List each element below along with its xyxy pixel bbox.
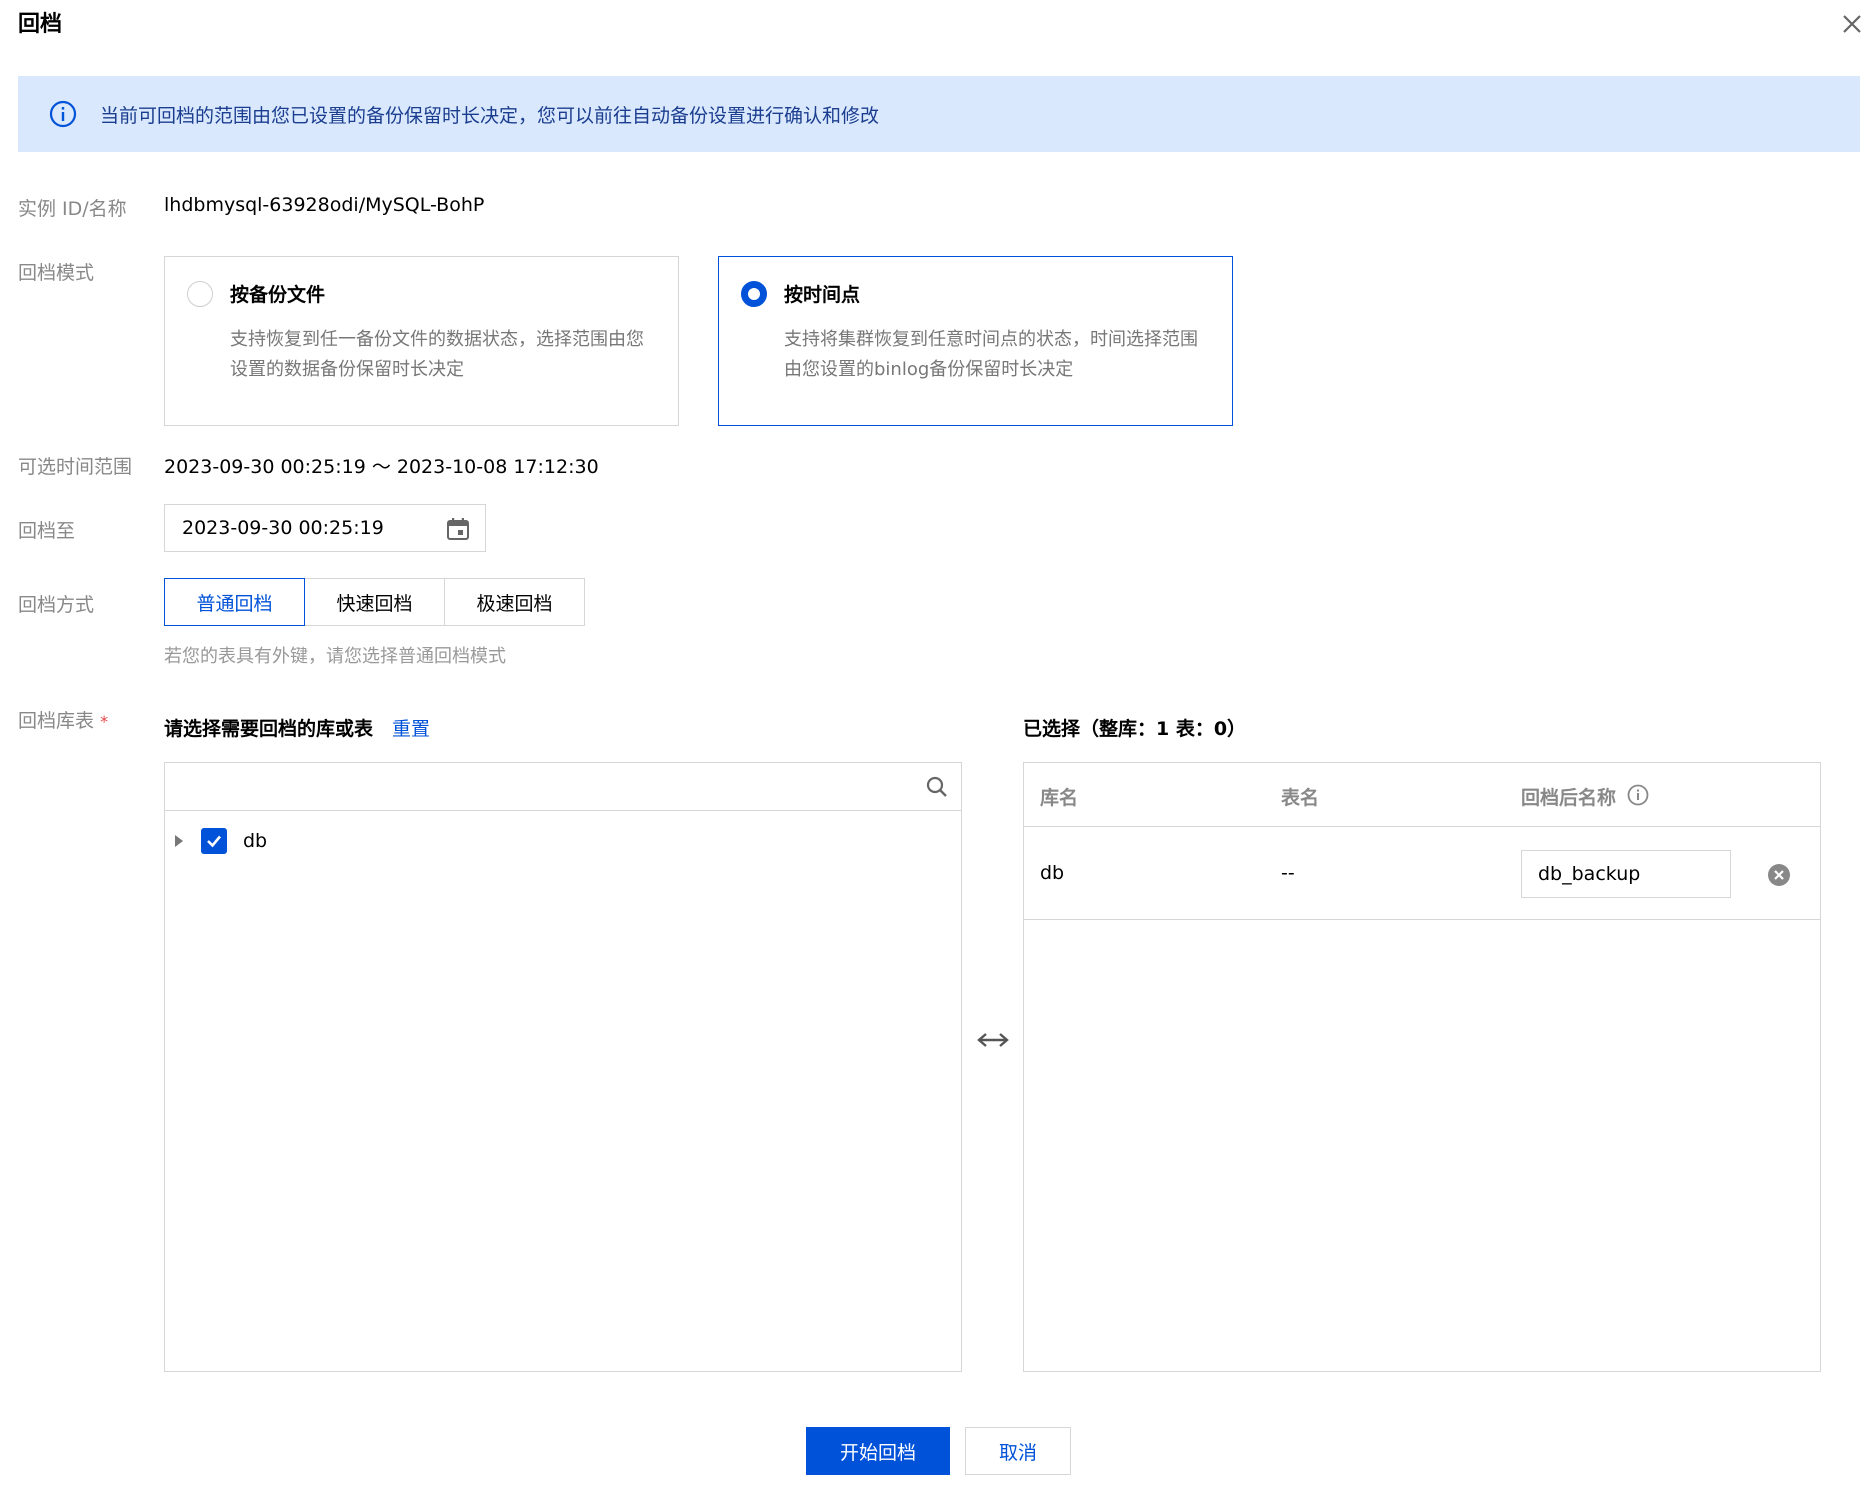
mode-label: 回档模式 — [18, 262, 95, 284]
required-mark: * — [100, 712, 109, 731]
close-icon[interactable] — [1836, 8, 1868, 40]
start-rollback-button[interactable]: 开始回档 — [806, 1427, 950, 1475]
selected-panel: 库名 表名 回档后名称 db -- — [1023, 762, 1821, 1372]
mode-card-backup-file[interactable]: 按备份文件 支持恢复到任一备份文件的数据状态，选择范围由您设置的数据备份保留时长… — [164, 256, 679, 426]
help-icon[interactable] — [1626, 783, 1650, 807]
tree-node[interactable]: db — [165, 821, 961, 861]
tree-node-label: db — [243, 830, 268, 852]
column-header-table: 表名 — [1281, 787, 1320, 809]
method-hint: 若您的表具有外键，请您选择普通回档模式 — [164, 646, 506, 667]
instance-value: lhdbmysql-63928odi/MySQL-BohP — [164, 194, 485, 216]
search-input[interactable] — [165, 763, 905, 810]
rename-input[interactable] — [1521, 850, 1731, 898]
mode-card-title: 按备份文件 — [230, 284, 326, 306]
mode-card-desc: 支持恢复到任一备份文件的数据状态，选择范围由您设置的数据备份保留时长决定 — [230, 329, 644, 380]
row-table-name: -- — [1281, 862, 1295, 884]
method-option-turbo[interactable]: 极速回档 — [444, 578, 585, 626]
info-banner: 当前可回档的范围由您已设置的备份保留时长决定，您可以前往自动备份设置进行确认和修… — [18, 76, 1860, 152]
info-text: 当前可回档的范围由您已设置的备份保留时长决定，您可以前往自动备份设置进行确认和修… — [100, 104, 880, 127]
method-option-normal[interactable]: 普通回档 — [164, 578, 305, 626]
time-range-value: 2023-09-30 00:25:19 ～ 2023-10-08 17:12:3… — [164, 456, 599, 478]
radio-time-point[interactable] — [741, 281, 767, 307]
rollback-to-label: 回档至 — [18, 520, 76, 542]
left-panel-heading: 请选择需要回档的库或表 — [164, 718, 374, 740]
search-bar — [165, 763, 961, 811]
right-panel-heading: 已选择（整库：1 表：0） — [1023, 718, 1247, 740]
mode-card-desc: 支持将集群恢复到任意时间点的状态，时间选择范围由您设置的binlog备份保留时长… — [784, 329, 1198, 380]
instance-label: 实例 ID/名称 — [18, 198, 127, 220]
expand-caret-icon[interactable] — [175, 835, 183, 847]
transfer-arrows-icon — [977, 1033, 1009, 1047]
tables-label-text: 回档库表 — [18, 710, 95, 732]
radio-backup-file[interactable] — [187, 281, 213, 307]
calendar-icon[interactable] — [445, 516, 471, 542]
method-segmented-control: 普通回档 快速回档 极速回档 — [164, 578, 585, 626]
table-row: db -- — [1024, 827, 1820, 920]
mode-card-title: 按时间点 — [784, 284, 861, 306]
cancel-button[interactable]: 取消 — [965, 1427, 1071, 1475]
rollback-datetime-value: 2023-09-30 00:25:19 — [182, 517, 384, 539]
method-option-fast[interactable]: 快速回档 — [304, 578, 445, 626]
source-panel: db — [164, 762, 962, 1372]
row-db-name: db — [1040, 862, 1065, 884]
tree-checkbox[interactable] — [201, 828, 227, 854]
method-label: 回档方式 — [18, 594, 95, 616]
search-icon[interactable] — [925, 775, 949, 799]
mode-card-time-point[interactable]: 按时间点 支持将集群恢复到任意时间点的状态，时间选择范围由您设置的binlog备… — [718, 256, 1233, 426]
column-header-new-name: 回档后名称 — [1521, 787, 1617, 809]
info-icon — [49, 100, 77, 128]
remove-icon[interactable] — [1767, 863, 1791, 887]
checkmark-icon — [207, 835, 221, 848]
time-range-label: 可选时间范围 — [18, 456, 133, 478]
rollback-datetime-input[interactable]: 2023-09-30 00:25:19 — [164, 504, 486, 552]
reset-link[interactable]: 重置 — [392, 714, 430, 741]
dialog-title: 回档 — [18, 12, 63, 37]
selected-table-header: 库名 表名 回档后名称 — [1024, 763, 1820, 827]
column-header-db: 库名 — [1040, 787, 1079, 809]
tables-label: 回档库表 * — [18, 706, 108, 733]
